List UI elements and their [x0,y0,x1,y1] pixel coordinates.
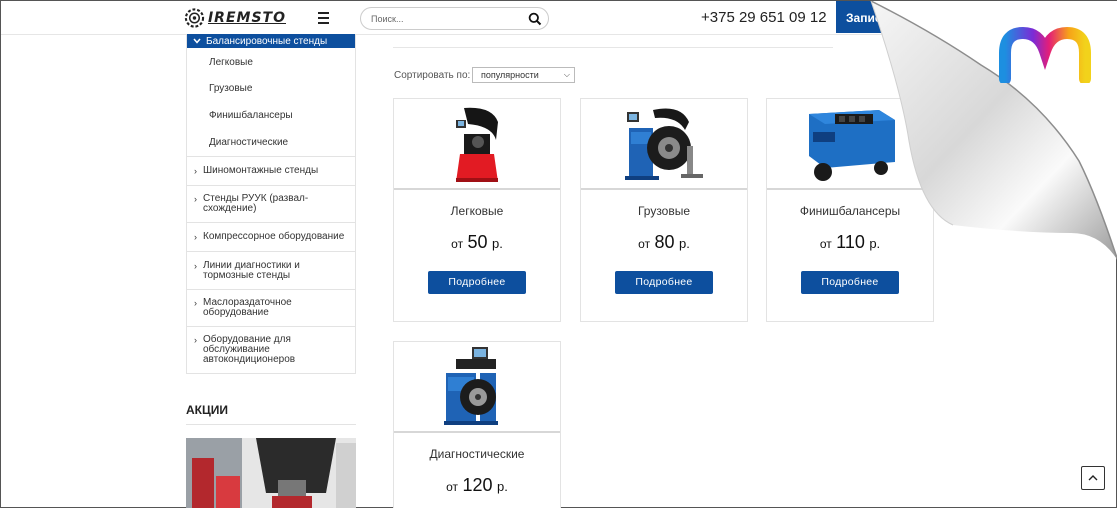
product-image[interactable] [581,99,747,190]
sidebar-subitem-passenger[interactable]: Легковые [187,48,355,75]
chevron-right-icon: › [194,194,197,204]
hamburger-icon [318,12,329,14]
product-card[interactable]: Финишбалансеры от 110 р. Подробнее [766,98,934,322]
product-name[interactable]: Диагностические [394,447,560,461]
product-card[interactable]: Легковые от 50 р. Подробнее [393,98,561,322]
sidebar-item-balancing-stands[interactable]: Балансировочные стенды [187,34,355,48]
phone-number[interactable]: +375 29 651 09 12 [701,9,827,26]
sidebar-item-label: Балансировочные стенды [206,35,328,47]
sidebar-subitem-diagnostic[interactable]: Диагностические [187,129,355,156]
chevron-right-icon: › [194,335,197,345]
promos-heading: АКЦИИ [186,403,229,417]
chevron-right-icon: › [194,232,197,242]
sidebar-subitem-truck[interactable]: Грузовые [187,75,355,102]
sidebar-item-label: Оборудование для обслуживание автокондиц… [203,334,296,365]
sidebar-subitem-finish[interactable]: Финишбалансеры [187,102,355,129]
sidebar-item-label: Шиномонтажные стенды [203,165,319,176]
divider [393,47,833,48]
hamburger-icon-line [318,17,329,19]
gear-logo-icon [184,8,205,28]
wheel-balancer-image [456,107,498,182]
logo-text: IREMSTO [207,10,286,26]
price-value: 50 [467,232,488,252]
details-button[interactable]: Подробнее [615,271,713,294]
product-image[interactable] [394,342,560,433]
sidebar-item-compressors[interactable]: › Компрессорное оборудование [187,222,355,251]
site-header: IREMSTO +375 29 651 09 12 Записаться [1,1,1117,35]
price-value: 120 [462,475,493,495]
price-currency: р. [679,236,690,251]
sort-selected-value: популярности [481,70,539,80]
product-name[interactable]: Грузовые [581,204,747,218]
promo-photo [186,438,356,508]
sidebar-item-diagnostic-lines[interactable]: › Линии диагностики и тормозные стенды [187,251,355,289]
price-prefix: от [819,237,832,251]
price-value: 80 [654,232,675,252]
sidebar-item-ac-service[interactable]: › Оборудование для обслуживание автоконд… [187,326,355,373]
price-prefix: от [451,237,464,251]
chevron-right-icon: › [194,260,197,271]
product-price: от 110 р. [767,232,933,253]
product-card[interactable]: Грузовые от 80 р. Подробнее [580,98,748,322]
chevron-down-icon: ⌵ [563,70,570,79]
details-button[interactable]: Подробнее [428,271,526,294]
product-image[interactable] [767,99,933,190]
product-price: от 120 р. [394,475,560,496]
sidebar-item-tire-changers[interactable]: › Шиномонтажные стенды [187,156,355,185]
brand-m-logo [999,27,1091,83]
sort-select[interactable]: популярности ⌵ [472,67,575,83]
sort-label: Сортировать по: [394,70,471,81]
search-input[interactable] [371,11,521,27]
price-value: 110 [836,232,865,252]
search-icon[interactable] [528,12,542,26]
menu-button[interactable] [314,9,332,27]
sidebar-item-label: Компрессорное оборудование [203,231,345,242]
divider [186,424,356,425]
scroll-to-top-button[interactable] [1081,466,1105,490]
product-price: от 80 р. [581,232,747,253]
product-image[interactable] [394,99,560,190]
product-card[interactable]: Диагностические от 120 р. [393,341,561,508]
chevron-right-icon: › [194,298,197,308]
search-box [360,7,549,30]
price-prefix: от [446,480,459,494]
price-currency: р. [869,236,881,251]
sidebar-item-label: Линии диагностики и тормозные стенды [203,259,300,281]
hamburger-icon-line [318,22,329,24]
truck-balancer-image [625,108,703,180]
sidebar-item-alignment[interactable]: › Стенды РУУК (развал-схождение) [187,185,355,222]
sidebar-item-oil-dispensers[interactable]: › Маслораздаточное оборудование [187,289,355,326]
diagnostic-balancer-image [444,346,498,425]
price-prefix: от [638,237,651,251]
promo-image[interactable] [186,438,356,508]
chevron-right-icon: › [194,166,197,176]
price-currency: р. [497,479,508,494]
sidebar-item-label: Стенды РУУК (развал-схождение) [203,193,309,214]
site-logo[interactable]: IREMSTO [184,5,286,31]
product-name[interactable]: Легковые [394,204,560,218]
sidebar-item-label: Маслораздаточное оборудование [203,297,292,318]
details-button[interactable]: Подробнее [801,271,899,294]
chevron-down-icon [193,38,201,44]
category-sidebar: Балансировочные стенды Легковые Грузовые… [186,34,356,374]
signup-button[interactable]: Записаться [836,1,926,33]
price-currency: р. [492,236,503,251]
product-name[interactable]: Финишбалансеры [767,204,933,218]
chevron-up-icon [1088,475,1098,481]
product-price: от 50 р. [394,232,560,253]
finish-balancer-image [809,109,895,181]
